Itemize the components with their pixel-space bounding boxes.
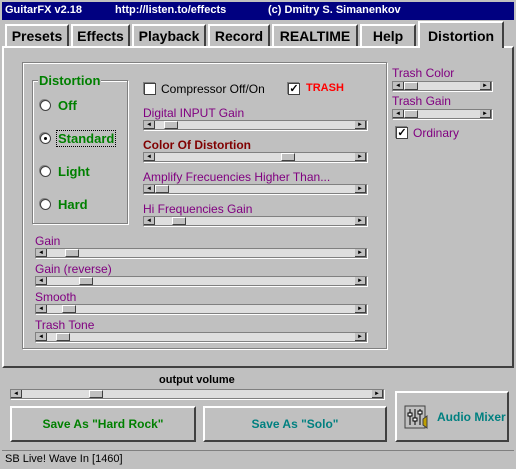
smooth-label: Smooth (35, 290, 77, 304)
slider-left-arrow[interactable]: ◄ (36, 249, 47, 257)
slider-right-arrow[interactable]: ► (355, 277, 366, 285)
trash-label: TRASH (306, 82, 344, 94)
slider-right-arrow[interactable]: ► (372, 390, 383, 398)
slider-left-arrow[interactable]: ◄ (393, 110, 404, 118)
slider-left-arrow[interactable]: ◄ (144, 217, 155, 225)
title-credit: (c) Dmitry S. Simanenkov (268, 4, 401, 16)
radio-light[interactable] (40, 166, 51, 177)
status-bar: SB Live! Wave In [1460] (2, 450, 514, 467)
slider-thumb[interactable] (62, 305, 76, 313)
slider-thumb[interactable] (89, 390, 103, 398)
slider-right-arrow[interactable]: ► (355, 333, 366, 341)
radio-off-label[interactable]: Off (58, 98, 77, 113)
slider-thumb[interactable] (281, 153, 295, 161)
save-solo-button[interactable]: Save As "Solo" (203, 406, 387, 442)
tab-effects[interactable]: Effects (71, 24, 130, 46)
trash-color-slider[interactable]: ◄ ► (392, 81, 492, 91)
digital-input-gain-slider[interactable]: ◄ ► (143, 120, 367, 130)
amplify-freq-slider[interactable]: ◄ ► (143, 184, 367, 194)
tab-presets[interactable]: Presets (5, 24, 69, 46)
audio-mixer-button[interactable]: Audio Mixer (395, 391, 509, 442)
trash-tone-slider[interactable]: ◄ ► (35, 332, 367, 342)
hi-freq-gain-slider[interactable]: ◄ ► (143, 216, 367, 226)
digital-input-gain-label: Digital INPUT Gain (143, 106, 245, 120)
slider-thumb[interactable] (79, 277, 93, 285)
gain-reverse-label: Gain (reverse) (35, 262, 112, 276)
radio-standard[interactable] (40, 133, 51, 144)
trash-checkbox[interactable]: ✓ (288, 83, 300, 95)
tab-realtime[interactable]: REALTIME (272, 24, 358, 46)
tab-help[interactable]: Help (360, 24, 416, 46)
slider-right-arrow[interactable]: ► (480, 82, 491, 90)
distortion-group-legend: Distortion (38, 73, 102, 88)
trash-tone-label: Trash Tone (35, 318, 95, 332)
slider-left-arrow[interactable]: ◄ (144, 153, 155, 161)
slider-right-arrow[interactable]: ► (355, 217, 366, 225)
slider-thumb[interactable] (164, 121, 178, 129)
trash-gain-label: Trash Gain (392, 94, 451, 108)
slider-right-arrow[interactable]: ► (355, 185, 366, 193)
output-volume-label: output volume (159, 374, 235, 386)
tab-distortion[interactable]: Distortion (418, 21, 504, 48)
slider-thumb[interactable] (404, 110, 418, 118)
slider-right-arrow[interactable]: ► (355, 305, 366, 313)
color-of-distortion-slider[interactable]: ◄ ► (143, 152, 367, 162)
slider-right-arrow[interactable]: ► (355, 153, 366, 161)
compressor-label: Compressor Off/On (161, 82, 265, 96)
title-bar: GuitarFX v2.18 http://listen.to/effects … (2, 2, 514, 20)
gain-reverse-slider[interactable]: ◄ ► (35, 276, 367, 286)
hi-freq-gain-label: Hi Frequencies Gain (143, 202, 253, 216)
slider-thumb[interactable] (172, 217, 186, 225)
ordinary-label: Ordinary (413, 126, 460, 140)
amplify-freq-label: Amplify Frecuencies Higher Than... (143, 170, 331, 184)
radio-light-label[interactable]: Light (58, 164, 90, 179)
slider-left-arrow[interactable]: ◄ (36, 305, 47, 313)
output-volume-slider[interactable]: ◄ ► (10, 389, 384, 399)
tab-record[interactable]: Record (208, 24, 270, 46)
slider-left-arrow[interactable]: ◄ (36, 333, 47, 341)
slider-thumb[interactable] (65, 249, 79, 257)
radio-hard[interactable] (40, 199, 51, 210)
slider-left-arrow[interactable]: ◄ (144, 121, 155, 129)
slider-right-arrow[interactable]: ► (355, 121, 366, 129)
slider-right-arrow[interactable]: ► (480, 110, 491, 118)
color-of-distortion-label: Color Of Distortion (143, 138, 251, 152)
guitarfx-window: GuitarFX v2.18 http://listen.to/effects … (0, 0, 516, 469)
radio-off[interactable] (40, 100, 51, 111)
slider-left-arrow[interactable]: ◄ (36, 277, 47, 285)
radio-standard-label[interactable]: Standard (56, 130, 117, 147)
title-url: http://listen.to/effects (115, 4, 227, 16)
slider-thumb[interactable] (56, 333, 70, 341)
slider-right-arrow[interactable]: ► (355, 249, 366, 257)
status-text: SB Live! Wave In [1460] (5, 453, 123, 465)
save-hard-rock-button[interactable]: Save As "Hard Rock" (10, 406, 196, 442)
smooth-slider[interactable]: ◄ ► (35, 304, 367, 314)
trash-gain-slider[interactable]: ◄ ► (392, 109, 492, 119)
slider-left-arrow[interactable]: ◄ (11, 390, 22, 398)
slider-thumb[interactable] (404, 82, 418, 90)
gain-slider[interactable]: ◄ ► (35, 248, 367, 258)
trash-color-label: Trash Color (392, 66, 455, 80)
compressor-checkbox[interactable] (144, 83, 156, 95)
slider-left-arrow[interactable]: ◄ (393, 82, 404, 90)
audio-mixer-label: Audio Mixer (437, 409, 506, 424)
radio-hard-label[interactable]: Hard (58, 197, 88, 212)
gain-label: Gain (35, 234, 61, 248)
slider-thumb[interactable] (155, 185, 169, 193)
mixer-icon (403, 403, 431, 431)
slider-left-arrow[interactable]: ◄ (144, 185, 155, 193)
app-title: GuitarFX v2.18 (5, 4, 83, 16)
ordinary-checkbox[interactable]: ✓ (396, 127, 408, 139)
tab-playback[interactable]: Playback (132, 24, 206, 46)
